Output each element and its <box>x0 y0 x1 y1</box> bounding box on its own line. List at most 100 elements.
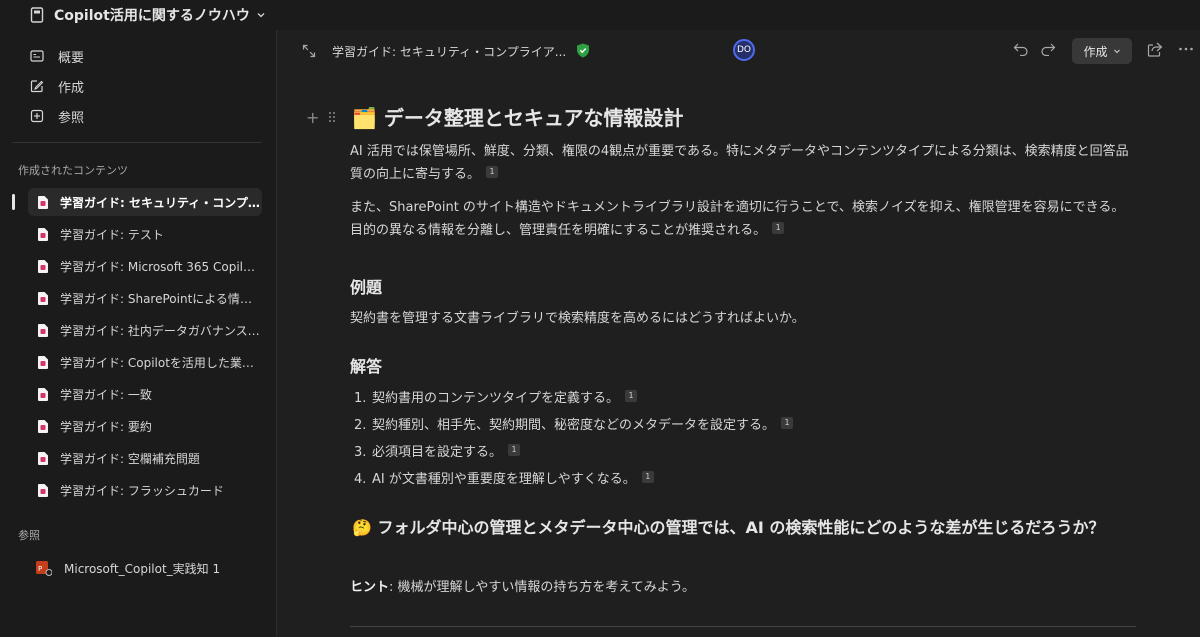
study-guide-file-icon <box>38 259 48 273</box>
reference-item-label: Microsoft_Copilot_実践知 1 <box>64 561 221 576</box>
example-heading: 例題 <box>350 278 383 297</box>
nav-create[interactable]: 作成 <box>30 73 84 99</box>
study-guide-file-icon <box>38 323 48 337</box>
chevron-down-icon <box>1113 44 1121 58</box>
undo-icon[interactable] <box>1013 42 1029 60</box>
created-item-label: 学習ガイド: テスト <box>60 227 164 242</box>
study-guide-file-icon <box>38 227 48 241</box>
edit-icon <box>30 79 44 93</box>
document-toolbar: 学習ガイド: セキュリティ・コンプライア... DO 作成 <box>278 30 1200 74</box>
created-item-label: 学習ガイド: セキュリティ・コンプライアン... <box>60 195 260 210</box>
svg-text:P: P <box>38 565 42 573</box>
citation-badge[interactable]: 1 <box>781 417 794 429</box>
study-guide-file-icon <box>38 195 48 209</box>
nav-reference[interactable]: 参照 <box>30 103 84 129</box>
created-item[interactable]: 学習ガイド: 一致 <box>28 380 262 408</box>
citation-badge[interactable]: 1 <box>486 166 499 178</box>
list-item-text: 契約種別、相手先、契約期間、秘密度などのメタデータを設定する。 <box>372 418 776 433</box>
created-item[interactable]: 学習ガイド: Copilotを活用した業務... <box>28 348 262 376</box>
active-indicator <box>12 194 15 210</box>
reference-item[interactable]: P Microsoft_Copilot_実践知 1 <box>28 554 262 582</box>
sidebar-divider <box>12 142 262 143</box>
add-reference-icon <box>30 109 44 123</box>
created-item-label: 学習ガイド: 要約 <box>60 419 152 434</box>
hint-text: : 機械が理解しやすい情報の持ち方を考えてみよう。 <box>389 580 695 595</box>
powerpoint-file-icon: P <box>36 560 52 576</box>
study-guide-file-icon <box>38 355 48 369</box>
list-number: 3. <box>354 445 367 460</box>
study-guide-file-icon <box>38 451 48 465</box>
created-item-label: 学習ガイド: 空欄補充問題 <box>60 451 200 466</box>
reference-section-label: 参照 <box>18 529 40 542</box>
created-item-label: 学習ガイド: Microsoft 365 Copilotと... <box>60 259 260 274</box>
list-item: 3. 必須項目を設定する。 1 <box>354 441 521 460</box>
share-icon[interactable] <box>1147 42 1163 61</box>
divider <box>350 626 1136 627</box>
paragraph: AI 活用では保管場所、鮮度、分類、権限の4観点が重要である。特にメタデータやコ… <box>350 140 1136 186</box>
study-guide-file-icon <box>38 419 48 433</box>
answer-heading: 解答 <box>350 357 383 376</box>
nav-create-label: 作成 <box>58 80 85 96</box>
shield-check-icon <box>576 43 590 62</box>
created-item-label: 学習ガイド: Copilotを活用した業務... <box>60 355 260 370</box>
citation-badge[interactable]: 1 <box>508 444 521 456</box>
list-number: 1. <box>354 391 367 406</box>
hint: ヒント: 機械が理解しやすい情報の持ち方を考えてみよう。 <box>350 576 695 595</box>
section-heading-text: データ整理とセキュアな情報設計 <box>383 106 684 130</box>
drag-handle-icon[interactable] <box>328 111 336 127</box>
paragraph-text: AI 活用では保管場所、鮮度、分類、権限の4観点が重要である。特にメタデータやコ… <box>350 144 1129 182</box>
sidebar: 概要 作成 参照 作成されたコンテンツ 学習ガイド: セキュリティ・コンプライア… <box>0 30 277 637</box>
list-number: 4. <box>354 472 367 487</box>
nav-overview[interactable]: 概要 <box>30 43 84 69</box>
created-item-label: 学習ガイド: フラッシュカード <box>60 483 224 498</box>
question-text: フォルダ中心の管理とメタデータ中心の管理では、AI の検索性能にどのような差が生… <box>377 518 1105 537</box>
study-guide-file-icon <box>38 483 48 497</box>
created-item-label: 学習ガイド: SharePointによる情報ア... <box>60 291 260 306</box>
created-item-label: 学習ガイド: 一致 <box>60 387 152 402</box>
question-heading: 🤔 フォルダ中心の管理とメタデータ中心の管理では、AI の検索性能にどのような差… <box>352 514 1142 541</box>
list-item: 4. AI が文書種別や重要度を理解しやすくなる。 1 <box>354 468 654 487</box>
created-item[interactable]: 学習ガイド: テスト <box>28 220 262 248</box>
redo-icon[interactable] <box>1040 42 1056 60</box>
created-item[interactable]: 学習ガイド: SharePointによる情報ア... <box>28 284 262 312</box>
created-item[interactable]: 学習ガイド: フラッシュカード <box>28 476 262 504</box>
list-number: 2. <box>354 418 367 433</box>
expand-icon[interactable] <box>302 44 316 58</box>
created-section-label: 作成されたコンテンツ <box>18 164 128 177</box>
created-item[interactable]: 学習ガイド: 要約 <box>28 412 262 440</box>
study-guide-file-icon <box>38 291 48 305</box>
paragraph: また、SharePoint のサイト構造やドキュメントライブラリ設計を適切に行う… <box>350 196 1136 242</box>
notebook-title[interactable]: Copilot活用に関するノウハウ <box>54 5 250 25</box>
created-item[interactable]: 学習ガイド: 社内データガバナンスと情... <box>28 316 262 344</box>
hint-label: ヒント <box>350 580 390 595</box>
list-item-text: 必須項目を設定する。 <box>372 445 503 460</box>
citation-badge[interactable]: 1 <box>641 471 654 483</box>
document-title[interactable]: 学習ガイド: セキュリティ・コンプライア... <box>332 43 566 60</box>
created-item[interactable]: 学習ガイド: セキュリティ・コンプライアン... <box>28 188 262 216</box>
chevron-down-icon[interactable] <box>256 10 266 20</box>
list-item: 2. 契約種別、相手先、契約期間、秘密度などのメタデータを設定する。 1 <box>354 414 794 433</box>
create-button[interactable]: 作成 <box>1072 38 1132 64</box>
create-button-label: 作成 <box>1083 44 1108 59</box>
nav-reference-label: 参照 <box>58 110 85 126</box>
section-heading: 🗂️ データ整理とセキュアな情報設計 <box>352 102 683 131</box>
overview-icon <box>30 49 44 63</box>
example-text: 契約書を管理する文書ライブラリで検索精度を高めるにはどうすればよいか。 <box>350 311 805 326</box>
more-options-icon[interactable] <box>1178 42 1194 60</box>
created-item[interactable]: 学習ガイド: 空欄補充問題 <box>28 444 262 472</box>
citation-badge[interactable]: 1 <box>772 222 785 234</box>
citation-badge[interactable]: 1 <box>625 390 638 402</box>
list-item-text: 契約書用のコンテンツタイプを定義する。 <box>372 391 620 406</box>
folder-emoji-icon: 🗂️ <box>352 106 377 130</box>
list-item-text: AI が文書種別や重要度を理解しやすくなる。 <box>372 472 636 487</box>
created-item-label: 学習ガイド: 社内データガバナンスと情... <box>60 323 260 338</box>
notebook-icon <box>30 7 44 23</box>
thinking-emoji-icon: 🤔 <box>352 518 372 537</box>
list-item: 1. 契約書用のコンテンツタイプを定義する。 1 <box>354 387 638 406</box>
add-block-icon[interactable]: + <box>306 108 319 127</box>
nav-overview-label: 概要 <box>58 50 85 66</box>
created-item[interactable]: 学習ガイド: Microsoft 365 Copilotと... <box>28 252 262 280</box>
study-guide-file-icon <box>38 387 48 401</box>
paragraph-text: また、SharePoint のサイト構造やドキュメントライブラリ設計を適切に行う… <box>350 200 1125 238</box>
avatar[interactable]: DO <box>733 39 755 61</box>
